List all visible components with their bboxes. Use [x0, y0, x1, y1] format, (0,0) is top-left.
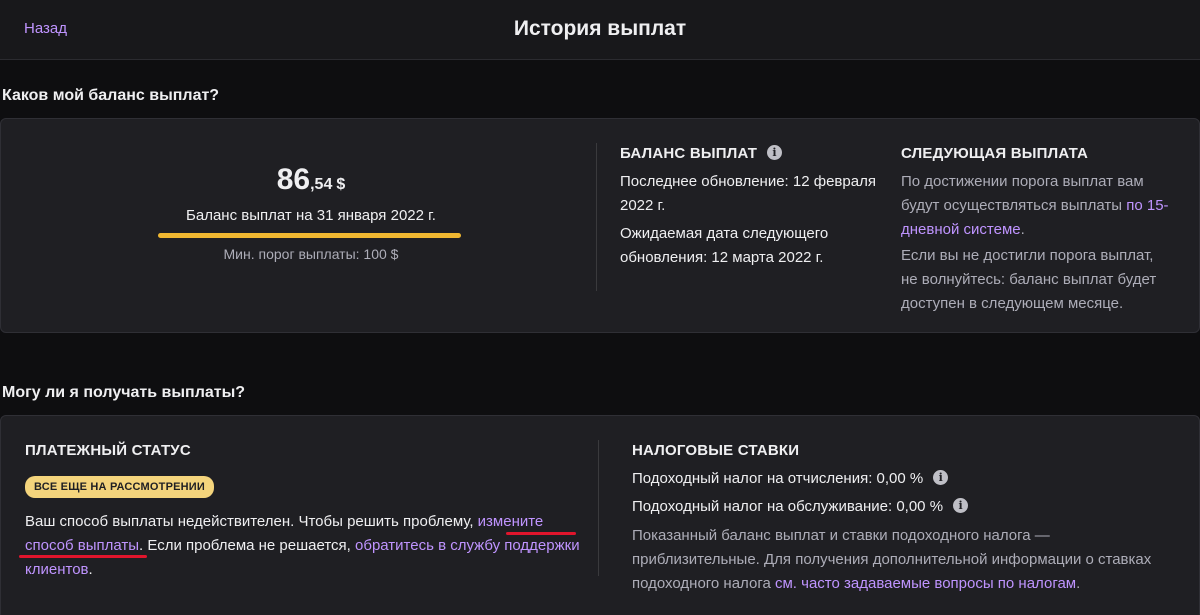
- income-tax-deductions: Подоходный налог на отчисления: 0,00 % i: [632, 467, 949, 491]
- payment-status-text-2: . Если проблема не решается,: [139, 537, 356, 554]
- top-bar: Назад История выплат: [0, 0, 1200, 60]
- annotation-underline: [506, 532, 576, 535]
- tax-note-end: .: [1076, 575, 1081, 592]
- income-tax-service-text: Подоходный налог на обслуживание: 0,00 %: [632, 498, 944, 515]
- balance-column-title-text: БАЛАНС ВЫПЛАТ: [620, 145, 758, 162]
- amount-currency: $: [336, 176, 346, 193]
- info-icon[interactable]: i: [767, 144, 783, 160]
- income-tax-deductions-text: Подоходный налог на отчисления: 0,00 %: [632, 470, 924, 487]
- info-icon[interactable]: i: [933, 469, 949, 485]
- status-card: ПЛАТЕЖНЫЙ СТАТУС ВСЕ ЕЩЕ НА РАССМОТРЕНИИ…: [0, 415, 1200, 615]
- amount-fraction: ,54: [310, 176, 333, 193]
- tax-rates-title: НАЛОГОВЫЕ СТАВКИ: [632, 442, 800, 459]
- balance-amount: 86,54 $: [161, 163, 461, 197]
- annotation-underline: [19, 555, 147, 558]
- balance-date: Баланс выплат на 31 января 2022 г.: [186, 207, 436, 224]
- balance-card: 86,54 $ Баланс выплат на 31 января 2022 г…: [0, 118, 1200, 333]
- next-payout-note: Если вы не достигли порога выплат, не во…: [901, 247, 1157, 312]
- income-tax-service: Подоходный налог на обслуживание: 0,00 %…: [632, 495, 969, 519]
- next-payout-text-end: .: [1020, 221, 1025, 238]
- min-threshold: Мин. порог выплаты: 100 $: [223, 246, 399, 262]
- balance-section-heading: Каков мой баланс выплат?: [2, 87, 220, 104]
- amount-whole: 86: [276, 163, 311, 196]
- eligibility-section-heading: Могу ли я получать выплаты?: [2, 384, 246, 401]
- balance-column-title: БАЛАНС ВЫПЛАТ i: [620, 144, 783, 162]
- last-update-text: Последнее обновление: 12 февраля 2022 г.: [620, 173, 876, 214]
- column-divider: [596, 143, 597, 291]
- next-update-text: Ожидаемая дата следующего обновления: 12…: [620, 225, 829, 266]
- status-badge: ВСЕ ЕЩЕ НА РАССМОТРЕНИИ: [25, 476, 214, 498]
- next-payout-text-1: По достижении порога выплат вам будут ос…: [901, 173, 1144, 214]
- tax-faq-link[interactable]: см. часто задаваемые вопросы по налогам: [775, 575, 1076, 592]
- payment-status-text-1: Ваш способ выплаты недействителен. Чтобы…: [25, 513, 478, 530]
- tax-note: Показанный баланс выплат и ставки подохо…: [632, 524, 1177, 596]
- payment-status-text: Ваш способ выплаты недействителен. Чтобы…: [25, 510, 585, 582]
- payment-status-title: ПЛАТЕЖНЫЙ СТАТУС: [25, 442, 191, 459]
- info-icon[interactable]: i: [953, 497, 969, 513]
- payment-status-text-end: .: [88, 561, 93, 578]
- next-payout-title: СЛЕДУЮЩАЯ ВЫПЛАТА: [901, 145, 1089, 162]
- page-title: История выплат: [513, 17, 687, 40]
- next-payout-text: По достижении порога выплат вам будут ос…: [901, 170, 1171, 242]
- highlight-underline: [158, 233, 461, 238]
- column-divider: [598, 440, 599, 576]
